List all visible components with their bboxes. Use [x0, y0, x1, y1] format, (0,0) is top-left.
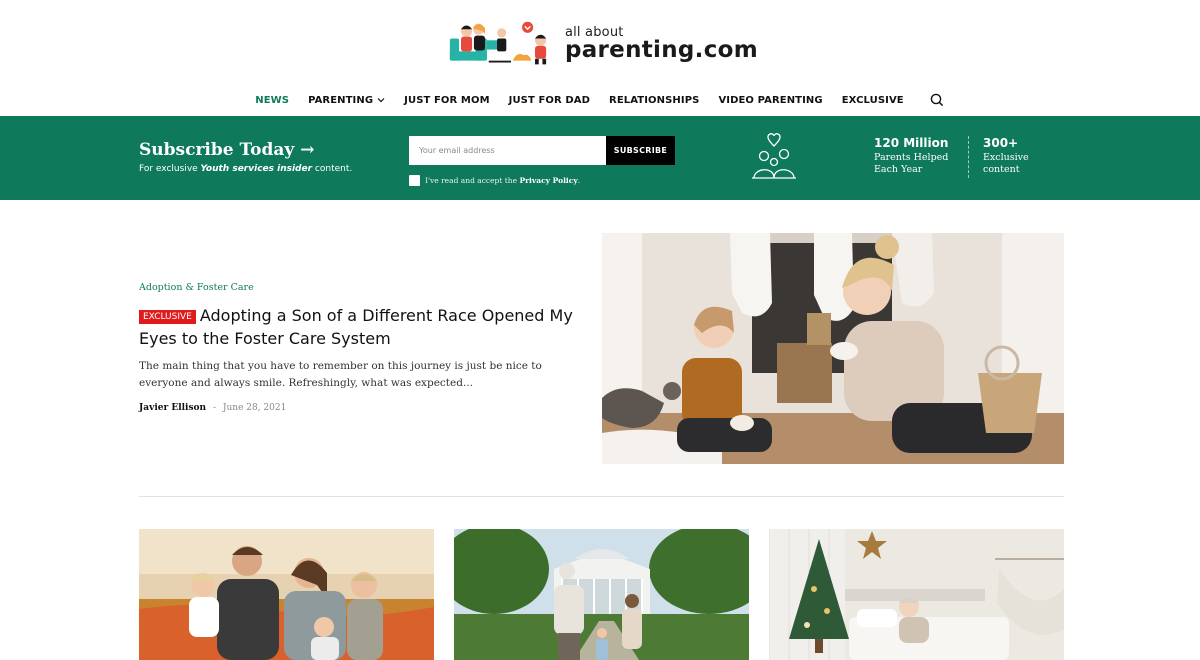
article-excerpt: The main thing that you have to remember… [139, 360, 542, 389]
nav-item-label: NEWS [255, 94, 290, 106]
stat-exclusive-content: 300+ Exclusive content [983, 136, 1029, 176]
privacy-consent-label: I've read and accept the Privacy Policy. [425, 176, 580, 185]
stat-label-line2: content [983, 164, 1020, 175]
privacy-policy-link[interactable]: Privacy Policy [519, 176, 577, 185]
christmas-bedroom-photo [769, 529, 1064, 660]
nav-item-news[interactable]: NEWS [255, 95, 289, 106]
nav-item-label: EXCLUSIVE [841, 94, 904, 106]
email-placeholder: Your email address [419, 146, 495, 155]
article-category[interactable]: Adoption & Foster Care [139, 282, 254, 293]
email-input[interactable]: Your email address [409, 136, 606, 165]
article-title-text: Adopting a Son of a Different Race Opene… [139, 306, 573, 348]
article-thumbnail-1[interactable] [139, 529, 434, 660]
nav-item-exclusive[interactable]: EXCLUSIVE [842, 95, 904, 106]
family-reading-illustration-icon [449, 21, 547, 65]
nav-item-just-for-dad[interactable]: JUST FOR DAD [509, 95, 590, 106]
meta-separator: - [212, 403, 216, 413]
article-date: June 28, 2021 [222, 403, 287, 413]
logo-wordmark: parenting.com [564, 37, 758, 63]
nav-item-label: PARENTING [308, 94, 374, 106]
stat-parents-helped: 120 Million Parents Helped Each Year [874, 136, 948, 176]
stat-label-line1: Exclusive [983, 152, 1029, 163]
mother-daughter-fireplace-photo [602, 233, 1064, 464]
article-thumbnail-2[interactable] [454, 529, 749, 660]
stat-label-line1: Parents Helped [874, 152, 949, 163]
site-logo[interactable]: all about parenting.com [448, 18, 758, 70]
nav-item-relationships[interactable]: RELATIONSHIPS [609, 95, 699, 106]
chevron-down-icon [377, 98, 385, 103]
consent-text-post: . [577, 176, 581, 185]
nav-item-video-parenting[interactable]: VIDEO PARENTING [718, 95, 822, 106]
subscribe-button[interactable]: SUBSCRIBE [606, 136, 675, 165]
subscribe-subtitle-bold: Youth services insider [200, 164, 313, 174]
featured-article-image[interactable] [602, 233, 1064, 464]
article-title[interactable]: EXCLUSIVE Adopting a Son of a Different R… [139, 304, 589, 350]
article-author[interactable]: Javier Ellison [139, 403, 206, 413]
greenhouse-walk-photo [454, 529, 749, 660]
exclusive-badge: EXCLUSIVE [139, 310, 196, 324]
nav-item-just-for-mom[interactable]: JUST FOR MOM [404, 95, 489, 106]
nav-item-label: JUST FOR MOM [404, 94, 490, 106]
main-nav: NEWS PARENTING JUST FOR MOM JUST FOR DAD… [0, 88, 1200, 112]
nav-item-label: VIDEO PARENTING [718, 94, 823, 106]
subscribe-title[interactable]: Subscribe Today → [139, 140, 314, 160]
subscribe-banner: Subscribe Today → For exclusive Youth se… [0, 116, 1200, 200]
subscribe-subtitle-post: content. [312, 164, 353, 174]
stat-label-line2: Each Year [874, 164, 923, 175]
search-icon[interactable] [929, 92, 945, 108]
subscribe-subtitle-pre: For exclusive [139, 164, 201, 174]
family-field-photo [139, 529, 434, 660]
stat-value: 120 Million [874, 136, 949, 150]
stat-value: 300+ [983, 136, 1019, 150]
nav-item-label: RELATIONSHIPS [609, 94, 700, 106]
nav-item-label: JUST FOR DAD [508, 94, 591, 106]
family-heart-icon [752, 133, 796, 179]
article-thumbnail-3[interactable] [769, 529, 1064, 660]
nav-item-parenting[interactable]: PARENTING [308, 95, 385, 106]
subscribe-subtitle: For exclusive Youth services insider con… [139, 164, 352, 174]
stat-divider [968, 136, 969, 178]
privacy-checkbox[interactable] [409, 175, 420, 186]
consent-text-pre: I've read and accept the [425, 176, 520, 185]
article-meta: Javier Ellison - June 28, 2021 [139, 403, 286, 413]
section-divider [139, 496, 1064, 497]
